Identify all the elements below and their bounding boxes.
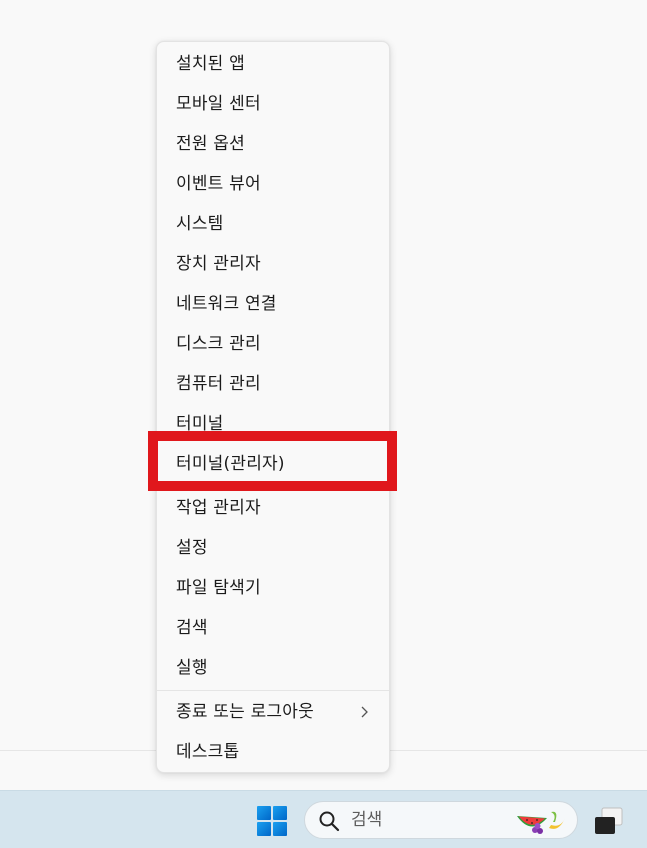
menu-item-installed-apps[interactable]: 설치된 앱: [157, 46, 389, 82]
taskbar: 검색: [0, 790, 647, 848]
menu-item-desktop[interactable]: 데스크톱: [157, 734, 389, 770]
menu-item-shutdown-signout[interactable]: 종료 또는 로그아웃: [157, 694, 389, 730]
search-icon: [319, 811, 340, 832]
menu-item-run[interactable]: 실행: [157, 650, 389, 686]
start-button[interactable]: [256, 805, 288, 837]
highlight-box: [148, 431, 397, 491]
task-view-icon[interactable]: [592, 805, 626, 839]
menu-item-device-manager[interactable]: 장치 관리자: [157, 246, 389, 282]
menu-item-power-options[interactable]: 전원 옵션: [157, 126, 389, 162]
menu-item-shutdown-label: 종료 또는 로그아웃: [176, 702, 314, 722]
menu-item-file-explorer[interactable]: 파일 탐색기: [157, 570, 389, 606]
menu-item-disk-management[interactable]: 디스크 관리: [157, 326, 389, 362]
menu-item-task-manager[interactable]: 작업 관리자: [157, 490, 389, 526]
menu-item-system[interactable]: 시스템: [157, 206, 389, 242]
search-placeholder: 검색: [351, 810, 383, 830]
menu-item-search[interactable]: 검색: [157, 610, 389, 646]
menu-item-mobility-center[interactable]: 모바일 센터: [157, 86, 389, 122]
menu-item-settings[interactable]: 설정: [157, 530, 389, 566]
taskbar-search-box[interactable]: 검색: [304, 801, 578, 839]
menu-item-computer-management[interactable]: 컴퓨터 관리: [157, 366, 389, 402]
fruit-icon: [517, 811, 565, 834]
windows-logo-icon: [257, 806, 287, 836]
menu-item-event-viewer[interactable]: 이벤트 뷰어: [157, 166, 389, 202]
menu-separator: [157, 690, 389, 691]
winx-context-menu: 설치된 앱 모바일 센터 전원 옵션 이벤트 뷰어 시스템 장치 관리자 네트워…: [156, 41, 390, 773]
menu-item-network-connections[interactable]: 네트워크 연결: [157, 286, 389, 322]
